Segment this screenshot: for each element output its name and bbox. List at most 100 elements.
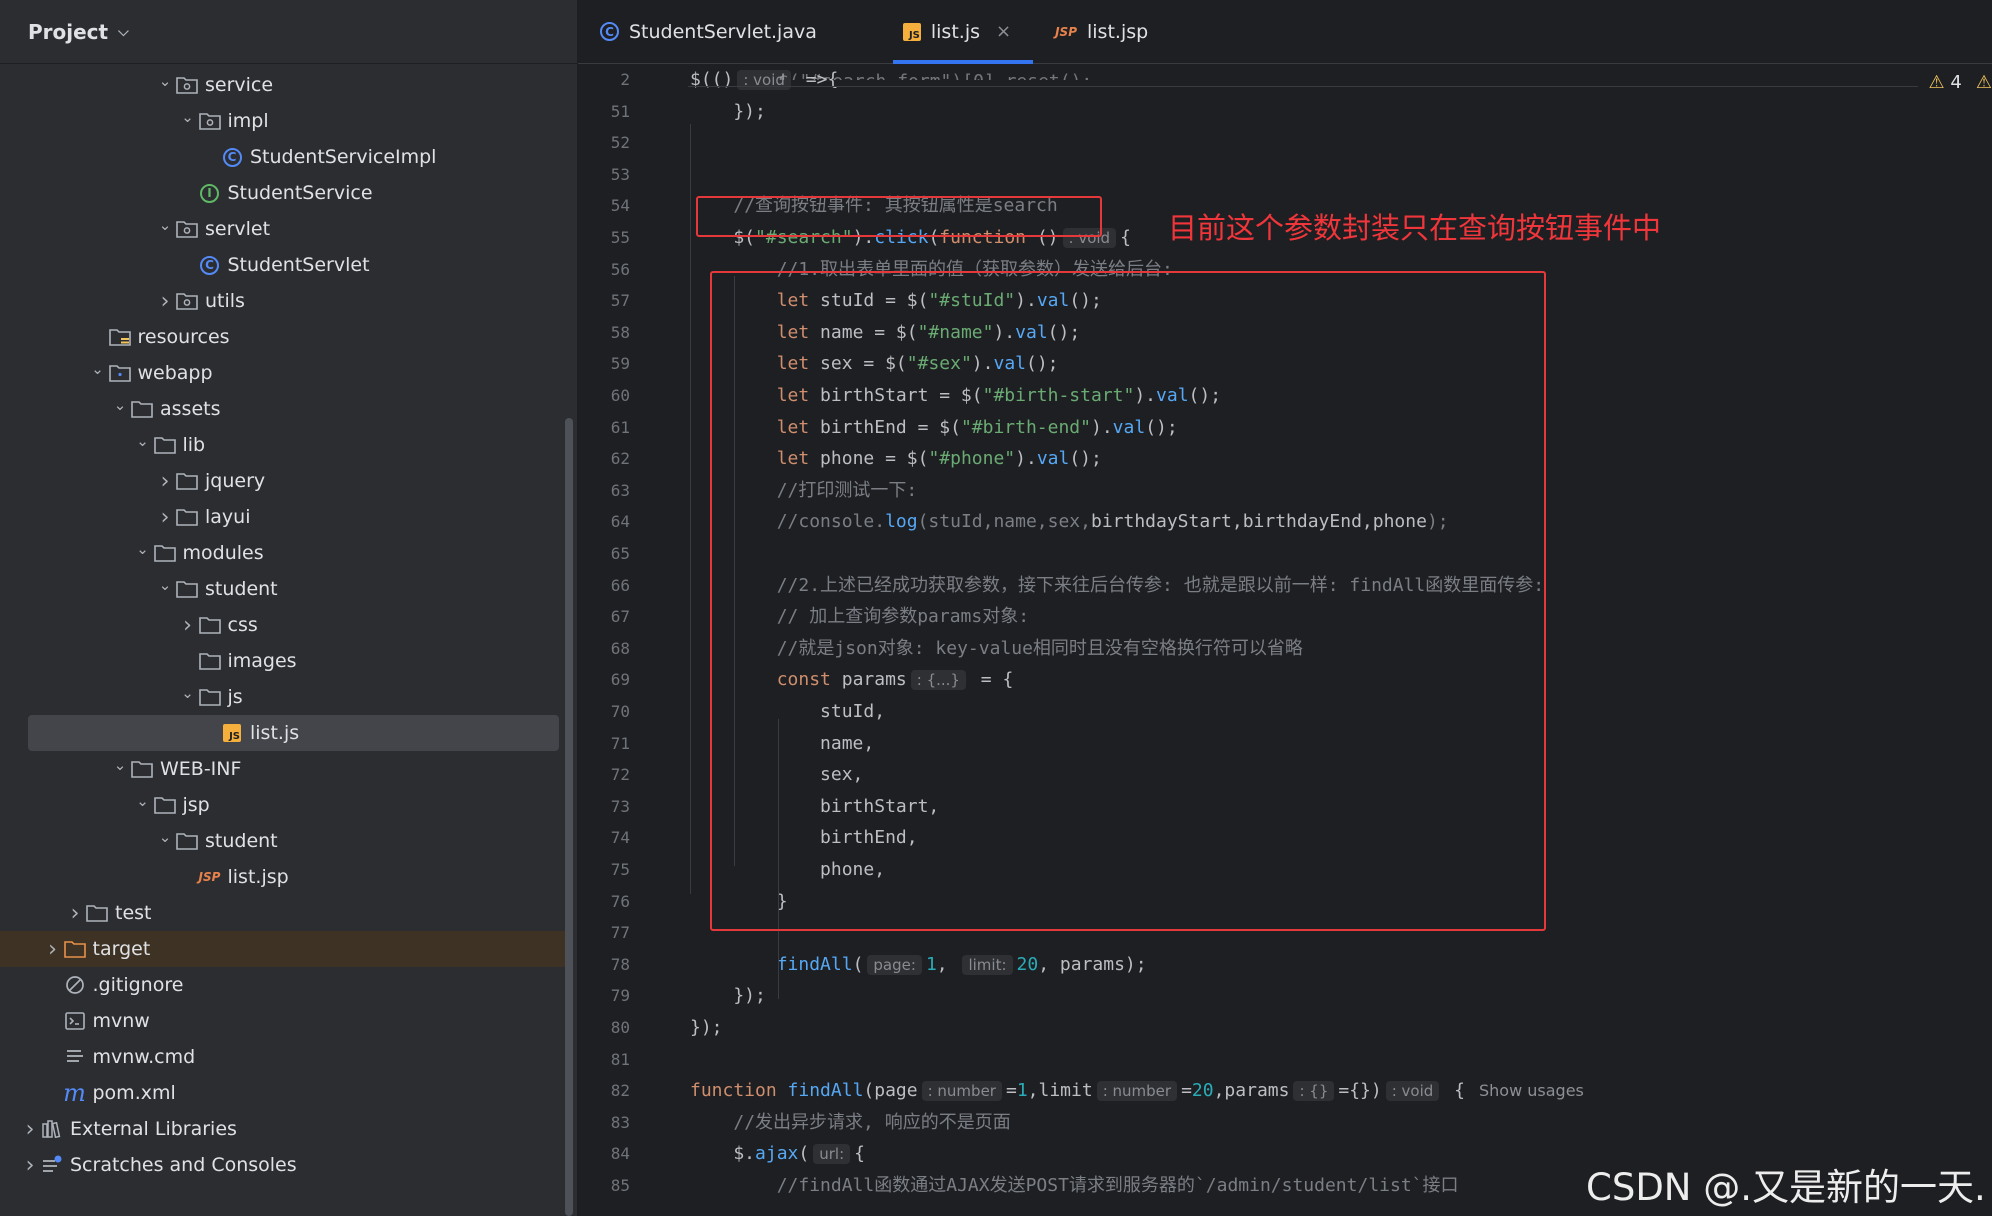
tree-item-label: list.jsp: [227, 866, 289, 888]
line-number: 72: [610, 765, 630, 785]
line-number: 61: [610, 417, 630, 437]
line-number: 62: [610, 449, 630, 469]
maven-icon: m: [63, 1079, 86, 1107]
line-number: 70: [610, 702, 630, 721]
tree-item[interactable]: › layui: [10, 499, 559, 535]
chevron-down-icon[interactable]: ⌄: [110, 396, 130, 414]
editor-tab[interactable]: JSP list.jsp: [1033, 0, 1170, 64]
line-number: 71: [610, 733, 630, 753]
chevron-down-icon[interactable]: ⌄: [133, 432, 153, 450]
chevron-right-icon[interactable]: ›: [155, 505, 175, 530]
code-line[interactable]: $.ajax(url:{: [690, 1138, 865, 1169]
chevron-down-icon[interactable]: ⌄: [155, 828, 175, 846]
tree-item-label: js: [227, 686, 243, 708]
tree-item[interactable]: mvnw: [10, 1003, 559, 1039]
tree-item[interactable]: ⌄ servlet: [10, 211, 559, 247]
java-class-icon: C: [600, 22, 619, 41]
tree-item[interactable]: ⌄ lib: [10, 427, 559, 463]
jsp-file-icon: JSP: [1055, 24, 1077, 39]
tree-item-label: StudentServiceImpl: [250, 146, 437, 168]
library-icon: [40, 1119, 64, 1139]
tree-item[interactable]: ⌄ WEB-INF: [10, 751, 559, 787]
chevron-down-icon[interactable]: ⌄: [155, 72, 175, 90]
tree-item[interactable]: ⌄ webapp: [10, 355, 559, 391]
tree-item[interactable]: › target: [0, 931, 567, 967]
tree-item[interactable]: mvnw.cmd: [10, 1039, 559, 1075]
line-number: 52: [610, 133, 630, 153]
line-number: 63: [610, 480, 630, 500]
code-line[interactable]: });: [690, 96, 766, 127]
tree-item[interactable]: ⌄ service: [10, 67, 559, 103]
code-line[interactable]: findAll(page: 1, limit: 20, params);: [690, 949, 1147, 980]
chevron-right-icon[interactable]: ›: [65, 901, 85, 926]
tree-item[interactable]: .gitignore: [10, 967, 559, 1003]
folder-icon: [198, 651, 222, 671]
chevron-down-icon[interactable]: ⌵: [118, 24, 129, 40]
tree-item[interactable]: › utils: [10, 283, 559, 319]
code-line[interactable]: });: [690, 1012, 723, 1043]
tree-item[interactable]: C StudentServlet: [10, 247, 559, 283]
tree-item[interactable]: ⌄ assets: [10, 391, 559, 427]
code-line[interactable]: //findAll函数通过AJAX发送POST请求到服务器的`/admin/st…: [690, 1170, 1459, 1201]
java-class-icon: C: [198, 255, 222, 275]
tree-item-label: jsp: [182, 794, 210, 816]
chevron-right-icon[interactable]: ›: [20, 1117, 40, 1142]
tree-item-label: student: [205, 578, 278, 600]
folder-icon: [85, 903, 109, 923]
tree-item[interactable]: ⌄ jsp: [10, 787, 559, 823]
chevron-right-icon[interactable]: ›: [178, 613, 198, 638]
tree-item[interactable]: I StudentService: [10, 175, 559, 211]
chevron-down-icon[interactable]: ⌄: [88, 360, 108, 378]
chevron-down-icon[interactable]: ⌄: [155, 216, 175, 234]
line-number: 68: [610, 638, 630, 658]
chevron-right-icon[interactable]: ›: [43, 937, 63, 962]
chevron-down-icon[interactable]: ⌄: [110, 756, 130, 774]
chevron-down-icon[interactable]: ⌄: [178, 684, 198, 702]
tree-item[interactable]: resources: [10, 319, 559, 355]
tree-item[interactable]: m pom.xml: [10, 1075, 559, 1111]
chevron-right-icon[interactable]: ›: [20, 1153, 40, 1178]
tree-item[interactable]: JSP list.jsp: [10, 859, 559, 895]
tree-item[interactable]: C StudentServiceImpl: [10, 139, 559, 175]
tree-item[interactable]: › External Libraries: [10, 1111, 559, 1147]
tree-item[interactable]: › Scratches and Consoles: [10, 1147, 559, 1183]
tree-item-label: assets: [160, 398, 221, 420]
project-scrollbar[interactable]: [565, 418, 573, 1216]
chevron-down-icon[interactable]: ⌄: [178, 108, 198, 126]
editor-tab[interactable]: JS list.js ×: [881, 0, 1034, 64]
chevron-right-icon[interactable]: ›: [155, 289, 175, 314]
chevron-right-icon[interactable]: ›: [155, 469, 175, 494]
line-number: 2: [620, 70, 630, 89]
tree-item[interactable]: › jquery: [10, 463, 559, 499]
code-line[interactable]: function findAll(page: number =1,limit: n…: [690, 1075, 1584, 1106]
tree-item[interactable]: ⌄ student: [10, 823, 559, 859]
line-number: 58: [610, 322, 630, 342]
tree-item-label: target: [92, 938, 151, 960]
close-icon[interactable]: ×: [996, 21, 1011, 42]
tree-item[interactable]: ⌄ js: [10, 679, 559, 715]
editor-tab[interactable]: C StudentServlet.java: [578, 0, 881, 64]
chevron-down-icon[interactable]: ⌄: [133, 792, 153, 810]
tree-item[interactable]: ⌄ modules: [10, 535, 559, 571]
tree-item-label: WEB-INF: [160, 758, 242, 780]
tree-item[interactable]: › test: [10, 895, 559, 931]
tree-item[interactable]: images: [10, 643, 559, 679]
folder-icon: [153, 435, 177, 455]
line-number: 85: [610, 1176, 630, 1195]
chevron-down-icon[interactable]: ⌄: [155, 576, 175, 594]
resources-folder-icon: [108, 327, 132, 347]
tab-label: StudentServlet.java: [629, 20, 817, 43]
tree-item-label: jquery: [205, 470, 266, 492]
gitignore-icon: [63, 975, 87, 995]
tree-item[interactable]: JS list.js: [28, 715, 559, 751]
line-number: 57: [610, 291, 630, 311]
code-line[interactable]: });: [690, 980, 766, 1011]
chevron-down-icon[interactable]: ⌄: [133, 540, 153, 558]
code-line[interactable]: //发出异步请求, 响应的不是页面: [690, 1107, 1010, 1138]
tree-item[interactable]: ⌄ student: [10, 571, 559, 607]
java-interface-icon: I: [198, 183, 222, 203]
project-header[interactable]: Project ⌵: [0, 0, 577, 64]
tree-item[interactable]: › css: [10, 607, 559, 643]
tree-item[interactable]: ⌄ impl: [10, 103, 559, 139]
text-file-icon: [63, 1047, 87, 1067]
